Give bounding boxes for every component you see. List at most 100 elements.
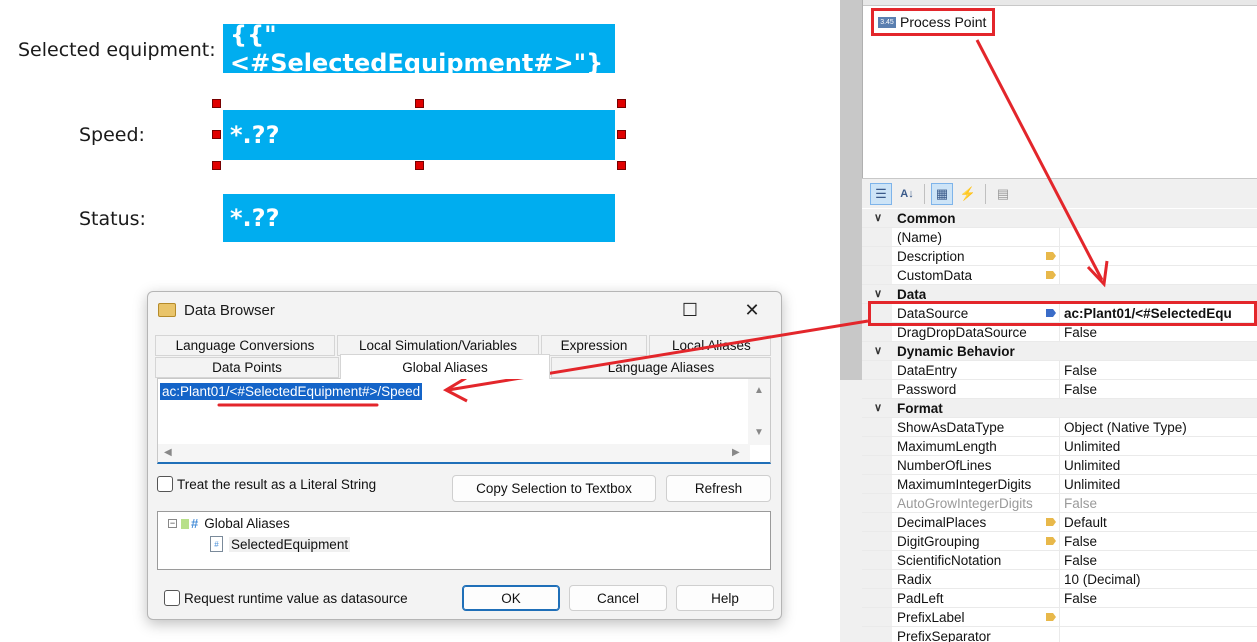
- property-row[interactable]: ShowAsDataType Object (Native Type): [862, 418, 1257, 437]
- property-row[interactable]: NumberOfLines Unlimited: [862, 456, 1257, 475]
- resize-handle-tl[interactable]: [212, 99, 221, 108]
- property-value[interactable]: False: [1060, 361, 1257, 379]
- property-row[interactable]: PrefixSeparator: [862, 627, 1257, 642]
- chevron-down-icon[interactable]: ∨: [874, 399, 882, 418]
- property-gutter: [862, 456, 892, 474]
- tab-data-points[interactable]: Data Points: [155, 357, 339, 378]
- properties-toolbar: ☰ A↓ ▦ ⚡ ▤: [862, 178, 1257, 208]
- property-row[interactable]: Description: [862, 247, 1257, 266]
- property-value[interactable]: False: [1060, 551, 1257, 569]
- property-value[interactable]: Unlimited: [1060, 437, 1257, 455]
- refresh-button[interactable]: Refresh: [666, 475, 771, 502]
- categorized-icon[interactable]: ☰: [870, 182, 892, 205]
- property-value[interactable]: ac:Plant01/<#SelectedEqu: [1060, 304, 1257, 322]
- resize-handle-br[interactable]: [617, 161, 626, 170]
- help-button[interactable]: Help: [676, 585, 774, 611]
- maximize-button[interactable]: ☐: [667, 292, 713, 328]
- property-row[interactable]: Radix 10 (Decimal): [862, 570, 1257, 589]
- collapse-icon[interactable]: −: [168, 519, 177, 528]
- property-value[interactable]: False: [1060, 494, 1257, 512]
- category-label: Dynamic Behavior: [897, 344, 1015, 359]
- literal-string-checkbox[interactable]: Treat the result as a Literal String: [157, 476, 376, 492]
- property-row[interactable]: PadLeft False: [862, 589, 1257, 608]
- tab-local-simulation[interactable]: Local Simulation/Variables: [337, 335, 539, 356]
- tree-node-selected-equipment[interactable]: # SelectedEquipment: [210, 536, 351, 552]
- property-gutter: [862, 266, 892, 284]
- property-name: MaximumIntegerDigits: [892, 475, 1060, 493]
- ok-button[interactable]: OK: [462, 585, 560, 611]
- property-value[interactable]: False: [1060, 589, 1257, 607]
- alphabetical-icon[interactable]: A↓: [896, 183, 918, 205]
- resize-handle-l[interactable]: [212, 130, 221, 139]
- property-category[interactable]: ∨ Data: [862, 285, 1257, 304]
- close-button[interactable]: ✕: [729, 292, 775, 328]
- property-value[interactable]: False: [1060, 323, 1257, 341]
- property-category[interactable]: ∨ Format: [862, 399, 1257, 418]
- property-row[interactable]: MaximumIntegerDigits Unlimited: [862, 475, 1257, 494]
- tab-language-conversions[interactable]: Language Conversions: [155, 335, 335, 356]
- property-row[interactable]: Password False: [862, 380, 1257, 399]
- expression-textbox[interactable]: ac:Plant01/<#SelectedEquipment#>/Speed ▲…: [157, 378, 771, 464]
- property-value[interactable]: [1060, 228, 1257, 246]
- properties-icon[interactable]: ▦: [931, 182, 953, 205]
- expression-text[interactable]: ac:Plant01/<#SelectedEquipment#>/Speed: [160, 383, 423, 400]
- speed-field[interactable]: *.??: [223, 110, 615, 160]
- property-value[interactable]: Unlimited: [1060, 475, 1257, 493]
- expression-vertical-scrollbar[interactable]: ▲ ▼: [748, 379, 770, 445]
- process-point-tool[interactable]: 3.45 Process Point: [871, 8, 995, 36]
- property-row[interactable]: ScientificNotation False: [862, 551, 1257, 570]
- property-value[interactable]: Default: [1060, 513, 1257, 531]
- property-row[interactable]: DecimalPlaces Default: [862, 513, 1257, 532]
- chevron-down-icon[interactable]: ∨: [874, 209, 882, 228]
- property-value[interactable]: [1060, 266, 1257, 284]
- resize-handle-tr[interactable]: [617, 99, 626, 108]
- property-row[interactable]: DataSource ac:Plant01/<#SelectedEqu: [862, 304, 1257, 323]
- expression-horizontal-scrollbar[interactable]: ◀ ▶: [158, 444, 750, 462]
- property-row[interactable]: DigitGrouping False: [862, 532, 1257, 551]
- property-row[interactable]: MaximumLength Unlimited: [862, 437, 1257, 456]
- property-pages-icon[interactable]: ▤: [992, 183, 1014, 205]
- copy-selection-button[interactable]: Copy Selection to Textbox: [452, 475, 656, 502]
- property-value[interactable]: False: [1060, 380, 1257, 398]
- property-value[interactable]: 10 (Decimal): [1060, 570, 1257, 588]
- checkbox-box[interactable]: [157, 476, 173, 492]
- property-value[interactable]: [1060, 627, 1257, 642]
- property-category[interactable]: ∨ Dynamic Behavior: [862, 342, 1257, 361]
- scroll-right-icon[interactable]: ▶: [732, 447, 740, 458]
- selected-equipment-field[interactable]: {{"<#SelectedEquipment#>"}: [223, 21, 615, 77]
- property-gutter: [862, 551, 892, 569]
- scroll-up-icon[interactable]: ▲: [754, 385, 764, 396]
- tree-node-global-aliases[interactable]: − # Global Aliases: [168, 516, 290, 531]
- vertical-scrollbar[interactable]: [840, 0, 862, 380]
- property-value[interactable]: Object (Native Type): [1060, 418, 1257, 436]
- property-value[interactable]: [1060, 608, 1257, 626]
- events-icon[interactable]: ⚡: [957, 183, 979, 205]
- chevron-down-icon[interactable]: ∨: [874, 285, 882, 304]
- resize-handle-t[interactable]: [415, 99, 424, 108]
- tab-global-aliases[interactable]: Global Aliases: [340, 354, 550, 379]
- property-row[interactable]: AutoGrowIntegerDigits False: [862, 494, 1257, 513]
- checkbox-box[interactable]: [164, 590, 180, 606]
- chevron-down-icon[interactable]: ∨: [874, 342, 882, 361]
- tab-local-aliases[interactable]: Local Aliases: [649, 335, 771, 356]
- property-row[interactable]: PrefixLabel: [862, 608, 1257, 627]
- resize-handle-r[interactable]: [617, 130, 626, 139]
- property-category[interactable]: ∨ Common: [862, 209, 1257, 228]
- property-row[interactable]: DragDropDataSource False: [862, 323, 1257, 342]
- scroll-down-icon[interactable]: ▼: [754, 427, 764, 438]
- property-value[interactable]: Unlimited: [1060, 456, 1257, 474]
- category-label: Data: [897, 287, 927, 302]
- scroll-left-icon[interactable]: ◀: [164, 447, 172, 458]
- property-row[interactable]: CustomData: [862, 266, 1257, 285]
- resize-handle-bl[interactable]: [212, 161, 221, 170]
- cancel-button[interactable]: Cancel: [569, 585, 667, 611]
- tab-expression[interactable]: Expression: [541, 335, 647, 356]
- status-field[interactable]: *.??: [223, 194, 615, 242]
- tab-language-aliases[interactable]: Language Aliases: [551, 357, 771, 378]
- property-row[interactable]: (Name): [862, 228, 1257, 247]
- runtime-value-checkbox[interactable]: Request runtime value as datasource: [164, 590, 408, 606]
- property-value[interactable]: False: [1060, 532, 1257, 550]
- property-row[interactable]: DataEntry False: [862, 361, 1257, 380]
- resize-handle-b[interactable]: [415, 161, 424, 170]
- property-value[interactable]: [1060, 247, 1257, 265]
